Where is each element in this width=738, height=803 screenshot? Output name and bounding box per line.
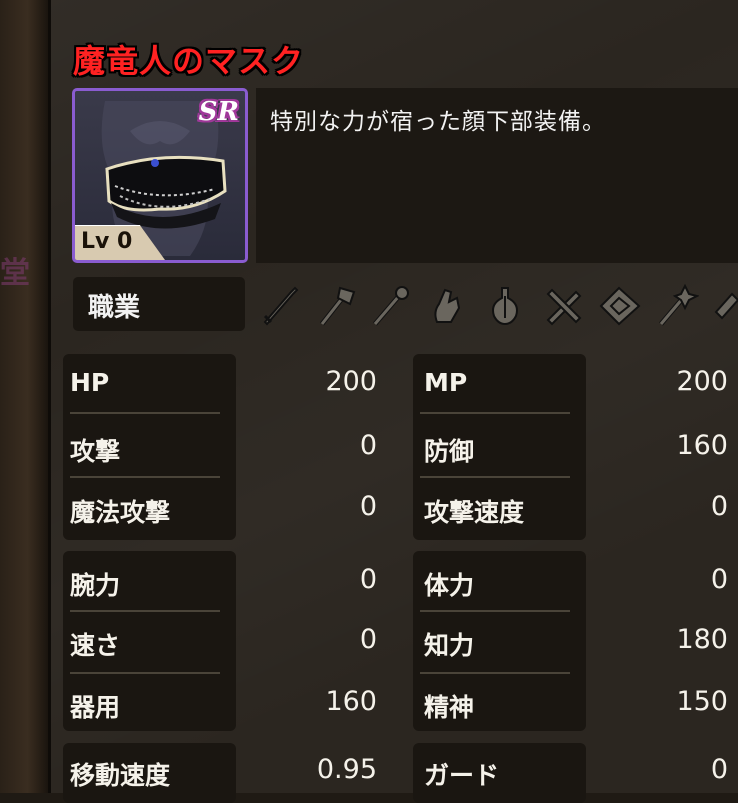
- stat-label-intelligence: 知力: [424, 631, 475, 660]
- flask-icon: [492, 287, 518, 326]
- item-description: 特別な力が宿った顔下部装備。: [270, 109, 606, 135]
- book-icon: [599, 286, 641, 326]
- stat-label-magic-attack: 魔法攻撃: [70, 498, 171, 527]
- staff-icon: [373, 286, 409, 326]
- stat-label-strength: 腕力: [70, 571, 121, 600]
- divider: [70, 672, 220, 674]
- stat-label-spirit: 精神: [424, 693, 475, 722]
- divider: [70, 610, 220, 612]
- stat-label-move-speed: 移動速度: [70, 761, 171, 790]
- sword-icon: [263, 286, 299, 326]
- axe-icon: [320, 286, 356, 326]
- stat-value-move-speed: 0.95: [316, 754, 377, 785]
- stat-label-dexterity: 器用: [70, 693, 121, 722]
- item-icon-frame[interactable]: SR Lv 0: [72, 88, 248, 263]
- level-text: Lv 0: [81, 229, 133, 254]
- divider: [420, 412, 570, 414]
- item-name: 魔竜人のマスク: [73, 42, 305, 80]
- job-label: 職業: [88, 293, 141, 323]
- stat-value-spirit: 150: [676, 686, 728, 717]
- stat-value-attack: 0: [359, 430, 377, 461]
- stat-label-attack: 攻撃: [70, 437, 121, 466]
- stat-label-mp: MP: [424, 368, 468, 397]
- stat-value-intelligence: 180: [676, 624, 728, 655]
- stat-value-speed: 0: [359, 624, 377, 655]
- stat-value-attack-speed: 0: [710, 491, 728, 522]
- stat-value-hp: 200: [325, 366, 377, 397]
- stat-value-strength: 0: [359, 564, 377, 595]
- stat-value-guard: 0: [710, 754, 728, 785]
- stat-value-defense: 160: [676, 430, 728, 461]
- partial-icon: [714, 292, 738, 320]
- rarity-badge: SR: [198, 97, 239, 127]
- divider: [420, 672, 570, 674]
- wand-icon: [659, 283, 699, 326]
- stat-label-speed: 速さ: [70, 631, 121, 660]
- stat-label-attack-speed: 攻撃速度: [424, 498, 525, 527]
- divider: [70, 412, 220, 414]
- background-glyph: 堂: [0, 256, 30, 288]
- stat-label-hp: HP: [70, 368, 110, 397]
- stat-label-vitality: 体力: [424, 571, 475, 600]
- fist-icon: [434, 288, 461, 323]
- divider: [420, 610, 570, 612]
- divider: [420, 476, 570, 478]
- stat-label-defense: 防御: [424, 437, 475, 466]
- background-window-edge: [0, 0, 50, 793]
- stat-value-vitality: 0: [710, 564, 728, 595]
- divider: [70, 476, 220, 478]
- stat-value-dexterity: 160: [325, 686, 377, 717]
- stat-value-magic-attack: 0: [359, 491, 377, 522]
- stat-label-guard: ガード: [424, 761, 500, 790]
- stat-value-mp: 200: [676, 366, 728, 397]
- crossed-daggers-icon: [546, 288, 582, 326]
